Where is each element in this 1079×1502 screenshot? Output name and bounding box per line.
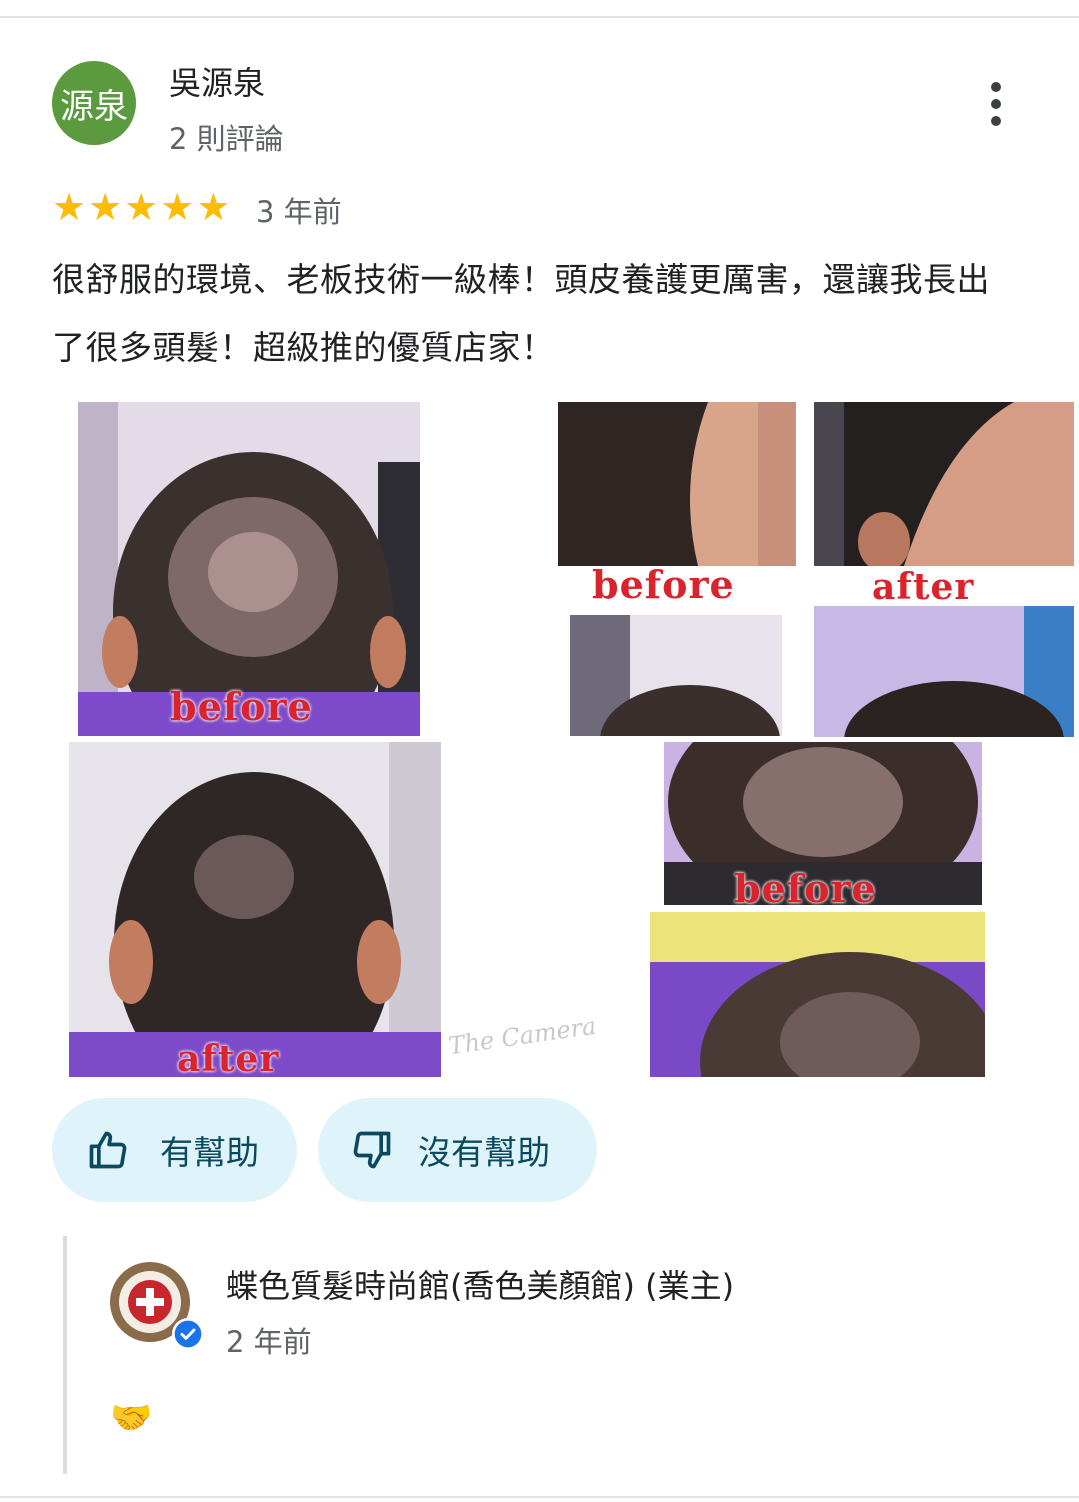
top-divider — [0, 16, 1079, 18]
photo-label-after: after — [177, 1038, 280, 1077]
review-photo-hairline-before[interactable] — [570, 615, 782, 736]
bottom-divider — [0, 1496, 1079, 1498]
review-photo-side-after[interactable] — [814, 402, 1074, 566]
photo-watermark: The Camera — [446, 1011, 598, 1061]
star-icon: ★ — [160, 185, 195, 229]
reviewer-name[interactable]: 吳源泉 — [169, 58, 265, 104]
helpful-button[interactable]: 有幫助 — [52, 1098, 297, 1202]
review-text: 很舒服的環境、老板技術一級棒！頭皮養護更厲害，還讓我長出了很多頭髮！超級推的優質… — [52, 260, 990, 367]
review-photo-side-before[interactable] — [558, 402, 796, 566]
owner-reply-time: 2 年前 — [226, 1325, 312, 1359]
avatar-initials: 源泉 — [60, 86, 128, 127]
thumb-up-icon — [86, 1128, 130, 1172]
owner-reply-bar — [63, 1236, 67, 1474]
star-icon: ★ — [88, 185, 123, 229]
review-time: 3 年前 — [256, 195, 342, 229]
owner-name: 蝶色質髮時尚館(喬色美顏館) (業主) — [226, 1267, 735, 1305]
photo-label-before: before — [170, 684, 313, 729]
review-photo-back-after[interactable]: after — [69, 742, 441, 1077]
review-photo-back-before[interactable]: before — [78, 402, 420, 736]
photo-label-before: before — [592, 562, 735, 607]
helpful-label: 有幫助 — [160, 1133, 259, 1172]
thumb-down-icon — [350, 1128, 394, 1172]
review-photo-crown-side[interactable] — [650, 912, 985, 1077]
review-count: 2 則評論 — [169, 122, 284, 156]
not-helpful-button[interactable]: 沒有幫助 — [318, 1098, 597, 1202]
owner-reply-text: 🤝 — [110, 1398, 153, 1438]
more-vert-icon[interactable] — [972, 80, 1020, 128]
star-icon: ★ — [52, 185, 87, 229]
star-icon: ★ — [196, 185, 231, 229]
photo-label-before: before — [734, 866, 877, 911]
verified-badge-icon — [172, 1318, 204, 1350]
photo-label-after: after — [872, 566, 975, 608]
star-rating: ★ ★ ★ ★ ★ — [52, 188, 230, 226]
star-icon: ★ — [124, 185, 159, 229]
review-photo-hairline-after[interactable] — [814, 606, 1074, 737]
reviewer-avatar[interactable]: 源泉 — [52, 61, 136, 145]
not-helpful-label: 沒有幫助 — [418, 1133, 550, 1172]
